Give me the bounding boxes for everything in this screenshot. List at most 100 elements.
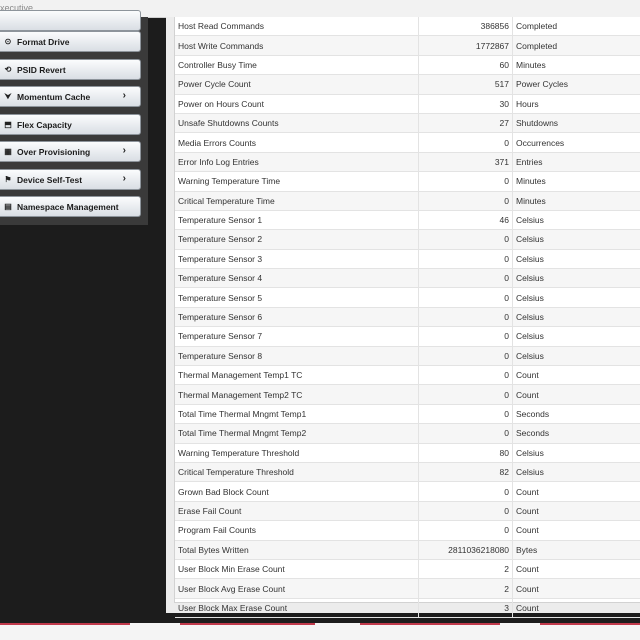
attribute-value-cell: 0	[418, 346, 513, 367]
attribute-value-cell: 82	[418, 462, 513, 483]
attribute-name-cell: Unsafe Shutdowns Counts	[175, 113, 419, 134]
table-row: Temperature Sensor 2 0 Celsius	[175, 229, 640, 250]
attribute-value-cell: 80	[418, 443, 513, 463]
taskbar-indicator	[540, 623, 640, 625]
attribute-name-cell: Media Errors Counts	[175, 132, 419, 153]
attribute-name-cell: Host Read Commands	[175, 17, 419, 37]
taskbar-indicator	[0, 623, 130, 625]
attribute-name-cell: Critical Temperature Time	[175, 191, 419, 211]
attribute-value-cell: 27	[418, 113, 513, 134]
attribute-value-cell: 0	[418, 132, 513, 153]
attribute-name-cell: User Block Min Erase Count	[175, 559, 419, 580]
attribute-name-cell: Error Info Log Entries	[175, 152, 419, 173]
attribute-value-cell: 0	[418, 287, 513, 308]
sidebar-item-label: Momentum Cache	[17, 91, 91, 102]
attribute-name-cell: User Block Max Erase Count	[175, 598, 419, 619]
attribute-unit-cell: Completed	[512, 17, 640, 37]
attribute-name-cell: Power Cycle Count	[175, 74, 419, 95]
attribute-unit-cell: Celsius	[512, 443, 640, 463]
attribute-name-cell: Temperature Sensor 4	[175, 268, 419, 289]
taskbar-indicator	[360, 623, 500, 625]
attribute-unit-cell: Minutes	[512, 191, 640, 211]
table-row: User Block Max Erase Count 3 Count	[175, 598, 640, 619]
table-row: Power on Hours Count 30 Hours	[175, 94, 640, 114]
attribute-name-cell: Critical Temperature Threshold	[175, 462, 419, 483]
momentum-cache-icon: ⮟	[4, 91, 12, 101]
attribute-value-cell: 1772867	[418, 35, 513, 56]
taskbar	[0, 623, 640, 640]
attribute-unit-cell: Celsius	[512, 307, 640, 328]
attribute-value-cell: 60	[418, 55, 513, 76]
table-row: User Block Min Erase Count 2 Count	[175, 559, 640, 580]
sidebar-item-label: Namespace Management	[17, 201, 119, 212]
table-row: Temperature Sensor 7 0 Celsius	[175, 326, 640, 347]
attribute-unit-cell: Celsius	[512, 229, 640, 250]
sidebar-item-label: PSID Revert	[17, 64, 66, 75]
table-row: Total Bytes Written 2811036218080 Bytes	[175, 540, 640, 560]
attribute-value-cell: 0	[418, 404, 513, 425]
sidebar-item-device-self-test[interactable]: ⚑ Device Self-Test ›	[0, 169, 141, 190]
table-row: Temperature Sensor 3 0 Celsius	[175, 249, 640, 270]
taskbar-indicator	[180, 623, 315, 625]
table-row: Controller Busy Time 60 Minutes	[175, 55, 640, 76]
attribute-name-cell: Erase Fail Count	[175, 501, 419, 522]
attribute-unit-cell: Celsius	[512, 268, 640, 289]
sidebar-item-format-drive[interactable]: ⊙ Format Drive	[0, 31, 141, 52]
sidebar-item-namespace-management[interactable]: ▤ Namespace Management	[0, 196, 141, 217]
attribute-name-cell: Temperature Sensor 7	[175, 326, 419, 347]
table-row: Temperature Sensor 6 0 Celsius	[175, 307, 640, 328]
attribute-value-cell: 0	[418, 520, 513, 541]
attribute-value-cell: 0	[418, 365, 513, 386]
attribute-value-cell: 386856	[418, 17, 513, 37]
table-row: Temperature Sensor 5 0 Celsius	[175, 287, 640, 308]
attribute-unit-cell: Celsius	[512, 326, 640, 347]
main-content: Host Read Commands 386856 Completed Host Wr…	[166, 17, 640, 619]
sidebar-item-label: Format Drive	[17, 36, 70, 47]
attribute-name-cell: Thermal Management Temp2 TC	[175, 384, 419, 405]
chevron-right-icon: ›	[122, 90, 126, 101]
sidebar-item-partial[interactable]	[0, 10, 141, 31]
sidebar-item-flex-capacity[interactable]: ⬒ Flex Capacity	[0, 114, 141, 135]
table-row: Thermal Management Temp2 TC 0 Count	[175, 384, 640, 405]
table-row: Critical Temperature Time 0 Minutes	[175, 191, 640, 211]
table-row: Warning Temperature Time 0 Minutes	[175, 171, 640, 192]
attribute-unit-cell: Count	[512, 365, 640, 386]
attribute-value-cell: 46	[418, 210, 513, 231]
sidebar-item-over-provisioning[interactable]: ▦ Over Provisioning ›	[0, 141, 141, 162]
attribute-unit-cell: Entries	[512, 152, 640, 173]
sidebar-item-momentum-cache[interactable]: ⮟ Momentum Cache ›	[0, 86, 141, 107]
format-drive-icon: ⊙	[4, 37, 12, 46]
attribute-name-cell: Temperature Sensor 8	[175, 346, 419, 367]
attribute-unit-cell: Shutdowns	[512, 113, 640, 134]
attribute-value-cell: 0	[418, 423, 513, 444]
attribute-name-cell: Temperature Sensor 3	[175, 249, 419, 270]
attribute-unit-cell: Count	[512, 520, 640, 541]
sidebar-item-label: Over Provisioning	[17, 146, 91, 157]
sidebar-item-psid-revert[interactable]: ⟲ PSID Revert	[0, 59, 141, 80]
attribute-value-cell: 0	[418, 481, 513, 502]
attribute-name-cell: Warning Temperature Time	[175, 171, 419, 192]
attribute-unit-cell: Occurrences	[512, 132, 640, 153]
attribute-name-cell: Grown Bad Block Count	[175, 481, 419, 502]
attribute-value-cell: 0	[418, 326, 513, 347]
attribute-value-cell: 0	[418, 384, 513, 405]
attribute-name-cell: User Block Avg Erase Count	[175, 578, 419, 599]
table-row: Host Write Commands 1772867 Completed	[175, 35, 640, 56]
table-row: Error Info Log Entries 371 Entries	[175, 152, 640, 173]
attribute-name-cell: Program Fail Counts	[175, 520, 419, 541]
table-row: Host Read Commands 386856 Completed	[175, 17, 640, 37]
table-row: Total Time Thermal Mngmt Temp2 0 Seconds	[175, 423, 640, 444]
table-row: Media Errors Counts 0 Occurrences	[175, 132, 640, 153]
attribute-unit-cell: Minutes	[512, 171, 640, 192]
attribute-name-cell: Host Write Commands	[175, 35, 419, 56]
table-row: Thermal Management Temp1 TC 0 Count	[175, 365, 640, 386]
attribute-unit-cell: Celsius	[512, 249, 640, 270]
sidebar-item-label: Device Self-Test	[17, 174, 83, 185]
smart-attributes-panel: Host Read Commands 386856 Completed Host Wr…	[174, 17, 640, 619]
attribute-value-cell: 517	[418, 74, 513, 95]
table-row: Grown Bad Block Count 0 Count	[175, 481, 640, 502]
sidebar-item-label: Flex Capacity	[17, 119, 72, 130]
chevron-right-icon: ›	[122, 173, 126, 184]
attribute-value-cell: 3	[418, 598, 513, 619]
attribute-name-cell: Thermal Management Temp1 TC	[175, 365, 419, 386]
